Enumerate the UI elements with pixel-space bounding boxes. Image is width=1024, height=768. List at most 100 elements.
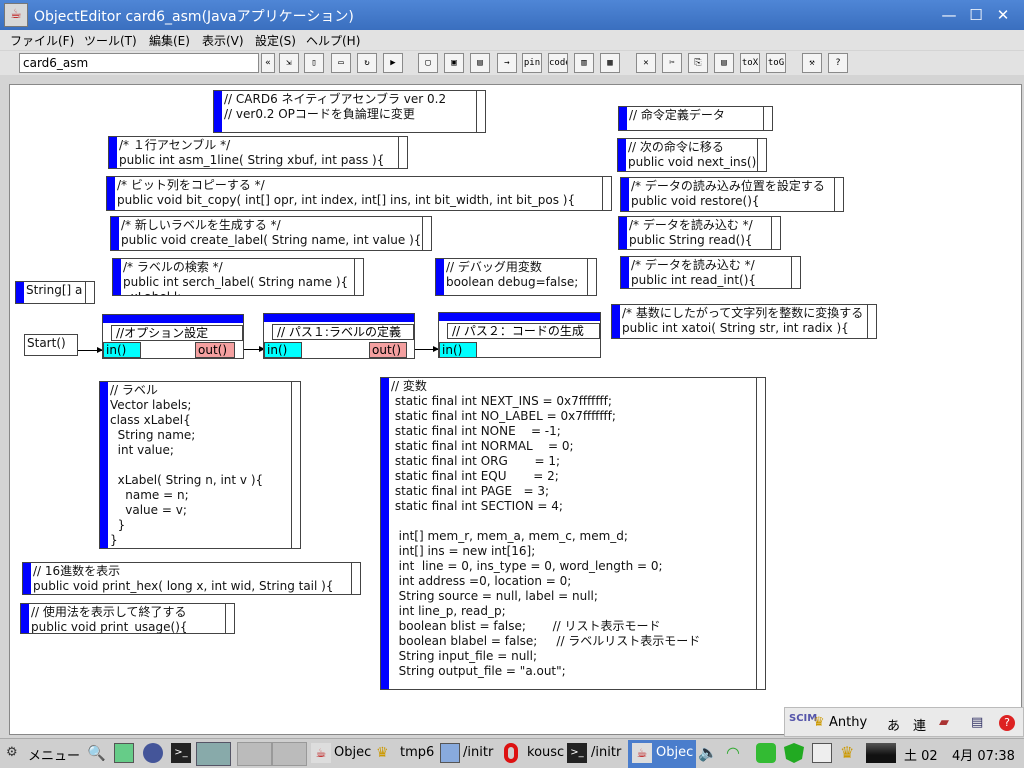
task-initr-2[interactable]: /initr [591, 745, 621, 760]
task-tmp6[interactable]: tmp6 [400, 745, 434, 760]
read-box[interactable]: /* データを読み込む */ public String read(){ [618, 216, 781, 250]
dictionary-icon[interactable]: ▰ [939, 715, 949, 730]
minimize-icon[interactable]: — [938, 4, 960, 26]
workspace-2[interactable] [237, 742, 272, 766]
pass1-in-port[interactable]: in() [264, 342, 302, 358]
build-hammer-icon[interactable]: ⚒ [802, 53, 822, 73]
terminal-task-icon[interactable]: >_ [567, 743, 587, 763]
refresh-icon[interactable]: ↻ [357, 53, 377, 73]
cpu-monitor-icon [866, 743, 896, 763]
cut-icon[interactable]: ✂ [662, 53, 682, 73]
task-kousc[interactable]: kousc [527, 745, 564, 760]
pass2-in-port[interactable]: in() [439, 342, 477, 358]
image-task-icon[interactable] [440, 743, 460, 763]
arrow-tool-icon[interactable]: → [497, 53, 517, 73]
delete-icon[interactable]: ✕ [636, 53, 656, 73]
run-icon[interactable]: ▶ [383, 53, 403, 73]
export-icon[interactable]: ⇲ [279, 53, 299, 73]
pin-button[interactable]: pin [522, 53, 542, 73]
shield-icon[interactable] [784, 743, 804, 763]
pass2-node[interactable]: // パス２：コードの生成 in() [438, 312, 601, 358]
print-hex-box[interactable]: // 16進数を表示 public void print_hex( long x… [22, 562, 361, 595]
ime-mode-renbunsetsu[interactable]: 連 [913, 715, 926, 734]
volume-icon[interactable]: 🔈 [698, 743, 718, 763]
create-label-box[interactable]: /* 新しいラベルを生成する */ public void create_lab… [110, 216, 432, 251]
storage-icon[interactable] [756, 743, 776, 763]
serch-label-text: /* ラベルの検索 */ public int serch_label( Str… [123, 260, 349, 295]
pass1-out-port[interactable]: out() [369, 342, 407, 358]
pass-option-node[interactable]: //オプション設定 in() out() [102, 314, 244, 359]
menu-edit[interactable]: 編集(E) [149, 32, 190, 49]
menu-settings[interactable]: 設定(S) [255, 32, 296, 49]
menu-file[interactable]: ファイル(F) [10, 32, 74, 49]
read-int-box[interactable]: /* データを読み込む */ public int read_int(){ [620, 256, 801, 289]
vbox-icon[interactable]: ▤ [470, 53, 490, 73]
code-button[interactable]: code [548, 53, 568, 73]
java-app-icon[interactable]: ☕ [4, 3, 28, 27]
op-def-box[interactable]: // 命令定義データ [618, 106, 773, 131]
tox-button[interactable]: toX [740, 53, 760, 73]
folder-task-icon[interactable]: ♛ [376, 743, 396, 763]
open-folder-icon[interactable]: ▭ [331, 53, 351, 73]
label-class-box[interactable]: // ラベル Vector labels; class xLabel{ Stri… [99, 381, 301, 549]
copy-icon[interactable]: ⎘ [688, 53, 708, 73]
task-initr[interactable]: /initr [463, 745, 493, 760]
task-objec[interactable]: Objec [334, 745, 371, 760]
start-menu-label[interactable]: メニュー [28, 745, 80, 764]
new-file-icon[interactable]: ▯ [304, 53, 324, 73]
start-node[interactable]: Start() [24, 334, 78, 356]
wifi-icon[interactable]: ◠ [726, 743, 746, 763]
clipboard-icon[interactable] [812, 743, 832, 763]
serch-label-box[interactable]: /* ラベルの検索 */ public int serch_label( Str… [112, 258, 364, 296]
variables-box[interactable]: // 変数 static final int NEXT_INS = 0x7fff… [380, 377, 766, 690]
next-ins-box[interactable]: // 次の命令に移る public void next_ins() [617, 138, 767, 172]
clock-date[interactable]: 土 02 [904, 745, 938, 764]
pass-option-out-port[interactable]: out() [195, 342, 235, 358]
nav-back-button[interactable]: « [261, 53, 275, 73]
java-task-icon[interactable]: ☕ [311, 743, 331, 763]
task-objec-active[interactable]: Objec [656, 745, 693, 760]
header-comment-box[interactable]: // CARD6 ネイティブアセンブラ ver 0.2 // ver0.2 OP… [213, 90, 486, 133]
paste-icon[interactable]: ▤ [714, 53, 734, 73]
help-button[interactable]: ? [828, 53, 848, 73]
help-icon[interactable]: ? [999, 715, 1015, 731]
pass-option-title: //オプション設定 [111, 325, 243, 341]
crown-icon[interactable]: ♛ [840, 743, 860, 763]
debug-var-box[interactable]: // デバッグ用変数 boolean debug=false; [435, 258, 597, 296]
browser-icon[interactable] [143, 743, 163, 763]
ime-mode-hiragana[interactable]: あ [887, 715, 900, 734]
args-box[interactable]: String[] a [15, 281, 95, 304]
bitcopy-box[interactable]: /* ビット列をコピーする */ public void bit_copy( i… [106, 176, 612, 211]
header-comment-text: // CARD6 ネイティブアセンブラ ver 0.2 // ver0.2 OP… [224, 92, 447, 121]
clock-time[interactable]: 4月 07:38 [952, 745, 1015, 764]
workspace-1[interactable] [196, 742, 231, 766]
desktop-icon[interactable] [114, 743, 134, 763]
restore-box[interactable]: /* データの読み込み位置を設定する public void restore()… [620, 177, 844, 212]
pass-option-in-port[interactable]: in() [103, 342, 141, 358]
preferences-icon[interactable]: ▤ [971, 715, 983, 730]
editor-canvas[interactable]: // CARD6 ネイティブアセンブラ ver 0.2 // ver0.2 OP… [9, 84, 1022, 735]
close-icon[interactable]: ✕ [992, 4, 1014, 26]
asm1line-box[interactable]: /* １行アセンブル */ public int asm_1line( Stri… [108, 136, 408, 169]
menu-help[interactable]: ヘルプ(H) [306, 32, 360, 49]
grid-icon[interactable]: ▦ [600, 53, 620, 73]
opera-task-icon[interactable] [504, 743, 518, 763]
flow-arrow [244, 346, 265, 352]
tog-button[interactable]: toG [766, 53, 786, 73]
print-usage-box[interactable]: // 使用法を表示して終了する public void print_usage(… [20, 603, 235, 634]
menu-tools[interactable]: ツール(T) [84, 32, 137, 49]
ab-box-icon[interactable]: ▣ [444, 53, 464, 73]
maximize-icon[interactable]: ☐ [965, 4, 987, 26]
class-combo[interactable]: card6_asm [19, 53, 259, 73]
pass1-node[interactable]: // パス１:ラベルの定義 in() out() [263, 313, 415, 359]
workspace-3[interactable] [272, 742, 307, 766]
image-icon[interactable]: ▥ [574, 53, 594, 73]
search-icon[interactable]: 🔍 [87, 743, 107, 763]
terminal-icon[interactable]: >_ [171, 743, 191, 763]
xatoi-box[interactable]: /* 基数にしたがって文字列を整数に変換する public int xatoi(… [611, 304, 877, 339]
class-box-icon[interactable]: ▢ [418, 53, 438, 73]
menu-view[interactable]: 表示(V) [202, 32, 244, 49]
panel-menu-icon[interactable]: ⚙ [6, 743, 26, 763]
ime-engine[interactable]: Anthy [829, 715, 867, 730]
read-text: /* データを読み込む */ public String read(){ [629, 218, 753, 247]
